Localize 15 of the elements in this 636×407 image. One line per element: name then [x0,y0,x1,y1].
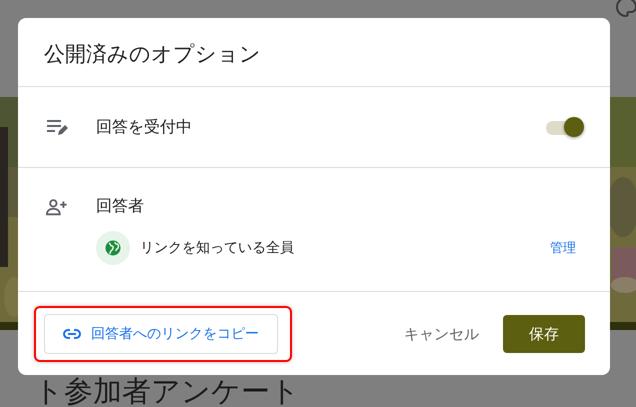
edit-list-icon [46,118,68,136]
form-title: ト参加者アンケート [34,376,300,407]
toggle-switch[interactable] [544,117,584,137]
link-icon [63,329,81,339]
cancel-button[interactable]: キャンセル [402,315,481,353]
copy-link-button[interactable]: 回答者へのリンクをコピー [44,314,278,354]
dialog-title: 公開済みのオプション [43,41,262,68]
add-person-icon [46,198,68,216]
accepting-label: 回答を受付中 [96,116,192,138]
palette-icon[interactable] [616,0,636,18]
save-button[interactable]: 保存 [503,315,585,353]
globe-icon [96,231,130,265]
responders-label: 回答者 [96,196,144,217]
manage-link[interactable]: 管理 [546,235,580,261]
audience-text: リンクを知っている全員 [140,239,294,257]
